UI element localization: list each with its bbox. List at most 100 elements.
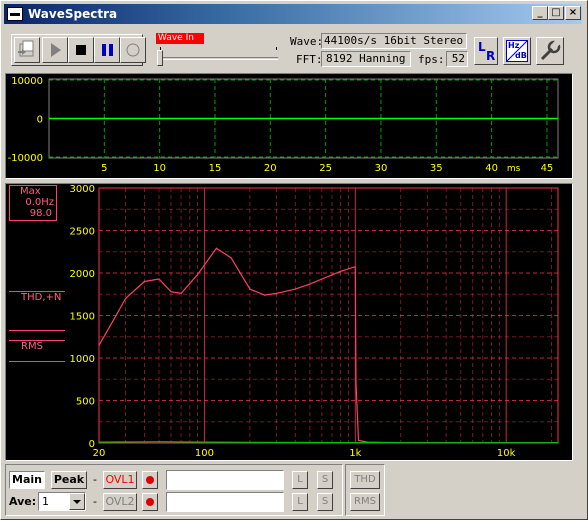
spectrum-x-tick-label: 100 [195,448,214,459]
spectrum-data-point [557,442,559,444]
maximize-button[interactable]: □ [548,6,564,20]
spectrum-data-point [340,270,342,272]
wave-format-label: Wave: [290,35,324,48]
thd-readout-box: THD,+N [9,291,65,331]
wave-plot-panel[interactable]: 5 10 15 20 25 30 35 40 45 ms 10000 0 -10000 [5,73,573,179]
wave-x-tick-label: 40 [485,163,498,174]
wave-x-tick-label: 20 [264,163,277,174]
spectrum-data-point [196,274,199,276]
spectrum-data-point [263,294,266,296]
open-file-button[interactable] [14,37,40,63]
spectrum-data-point [249,441,251,443]
tab-peak[interactable]: Peak [51,471,87,489]
spectrum-data-point [180,292,182,294]
rms-readout-box: RMS [9,340,65,362]
spectrum-y-tick-label: 2500 [70,227,95,238]
l-button-1[interactable]: L [292,471,308,489]
wave-y-tick-label: 0 [37,115,43,126]
stop-icon [76,45,86,55]
spectrum-plot-panel[interactable]: 3000 2500 2000 1500 1000 500 0 20 100 1k 10k Max 0… [5,183,573,461]
wave-y-tick-label: 10000 [11,76,43,87]
spectrum-data-point [98,441,100,443]
channel1-level-field[interactable] [166,470,284,490]
wave-in-indicator: Wave In [156,33,204,44]
l-button-2[interactable]: L [292,493,308,511]
max-readout-box: Max 0.0Hz 98.0 [9,185,57,221]
spectrum-data-point [143,280,146,283]
stop-button[interactable] [68,37,94,63]
rms-button[interactable]: RMS [350,493,380,511]
thd-button[interactable]: THD [350,471,380,489]
close-button[interactable]: × [565,6,581,20]
chevron-down-icon [73,500,81,504]
slider-thumb[interactable] [157,50,163,66]
hz-db-button[interactable]: Hz dB [503,37,531,65]
app-icon[interactable] [7,7,23,21]
average-value: 1 [42,495,49,508]
thd-label: THD,+N [21,292,62,303]
level-slider[interactable] [156,45,281,69]
pause-icon [102,44,113,56]
ovl2-indicator[interactable]: OVL2 [103,493,137,511]
record-ch2-button[interactable] [142,493,158,511]
spectrum-data-point [124,297,127,300]
spectrum-data-point [158,441,160,443]
spectrum-data-point [400,442,402,444]
wave-x-tick-label: 15 [209,163,222,174]
rms-label: RMS [21,341,43,352]
max-label: Max [20,186,41,197]
open-file-icon [18,40,34,57]
record-button[interactable] [120,37,146,63]
dash-separator-1: - [93,473,97,486]
spectrum-data-point [355,382,357,385]
spectrum-data-point [309,283,311,285]
spectrum-y-tick-label: 1500 [70,312,95,323]
s-button-2[interactable]: S [317,493,333,511]
hz-label: Hz [508,41,520,50]
spectrum-data-point [158,278,160,280]
wave-x-tick-label: 25 [319,163,332,174]
wave-y-tick-label: -10000 [8,153,43,164]
spectrum-x-tick-label: 1k [349,448,361,459]
max-value: 98.0 [29,208,52,219]
pause-button[interactable] [94,37,120,63]
spectrum-y-tick-label: 500 [76,397,95,408]
spectrum-data-point [249,288,251,290]
minimize-button[interactable]: _ [532,6,548,20]
spectrum-data-point [321,278,323,280]
spectrum-data-point [170,291,172,293]
record-icon [126,43,140,57]
wave-x-tick-label: 10 [153,163,166,174]
spectrum-data-point [275,292,278,294]
spectrum-x-tick-label: 10k [497,448,516,459]
fft-value: 8192 Hanning [321,51,411,67]
spectrum-y-tick-label: 2000 [70,269,95,280]
spectrum-data-point [230,257,232,259]
fps-value: 52 [446,51,468,67]
average-select[interactable]: 1 [38,492,86,511]
spectrum-data-point [354,266,356,268]
wave-format-value: 44100s/s 16bit Stereo [321,33,467,49]
lr-channel-button[interactable]: L R [474,37,498,65]
max-frequency: 0.0Hz [25,197,54,208]
spectrum-plot: 30002500200015001000500020 100 1k 10k [70,184,559,459]
window-title: WaveSpectra [28,7,118,21]
spectrum-data-point [203,441,206,443]
spectrum-y-tick-label: 1000 [70,354,95,365]
channel2-level-field[interactable] [166,492,284,512]
fps-label: fps: [418,53,445,66]
play-button[interactable] [42,37,68,63]
fft-label: FFT: [296,53,323,66]
average-dropdown-button[interactable] [69,493,85,510]
wave-x-tick-label: 5 [101,163,107,174]
average-label: Ave: [9,495,37,508]
spectrum-data-point [113,319,115,321]
record-ch1-button[interactable] [142,471,158,489]
title-bar[interactable]: WaveSpectra _ □ × [4,4,582,24]
ovl1-indicator[interactable]: OVL1 [103,471,137,489]
lr-left-label: L [478,40,486,54]
s-button-1[interactable]: S [317,471,333,489]
tab-main[interactable]: Main [9,471,45,489]
settings-button[interactable] [536,37,564,65]
spectrum-x-tick-label: 20 [93,448,106,459]
